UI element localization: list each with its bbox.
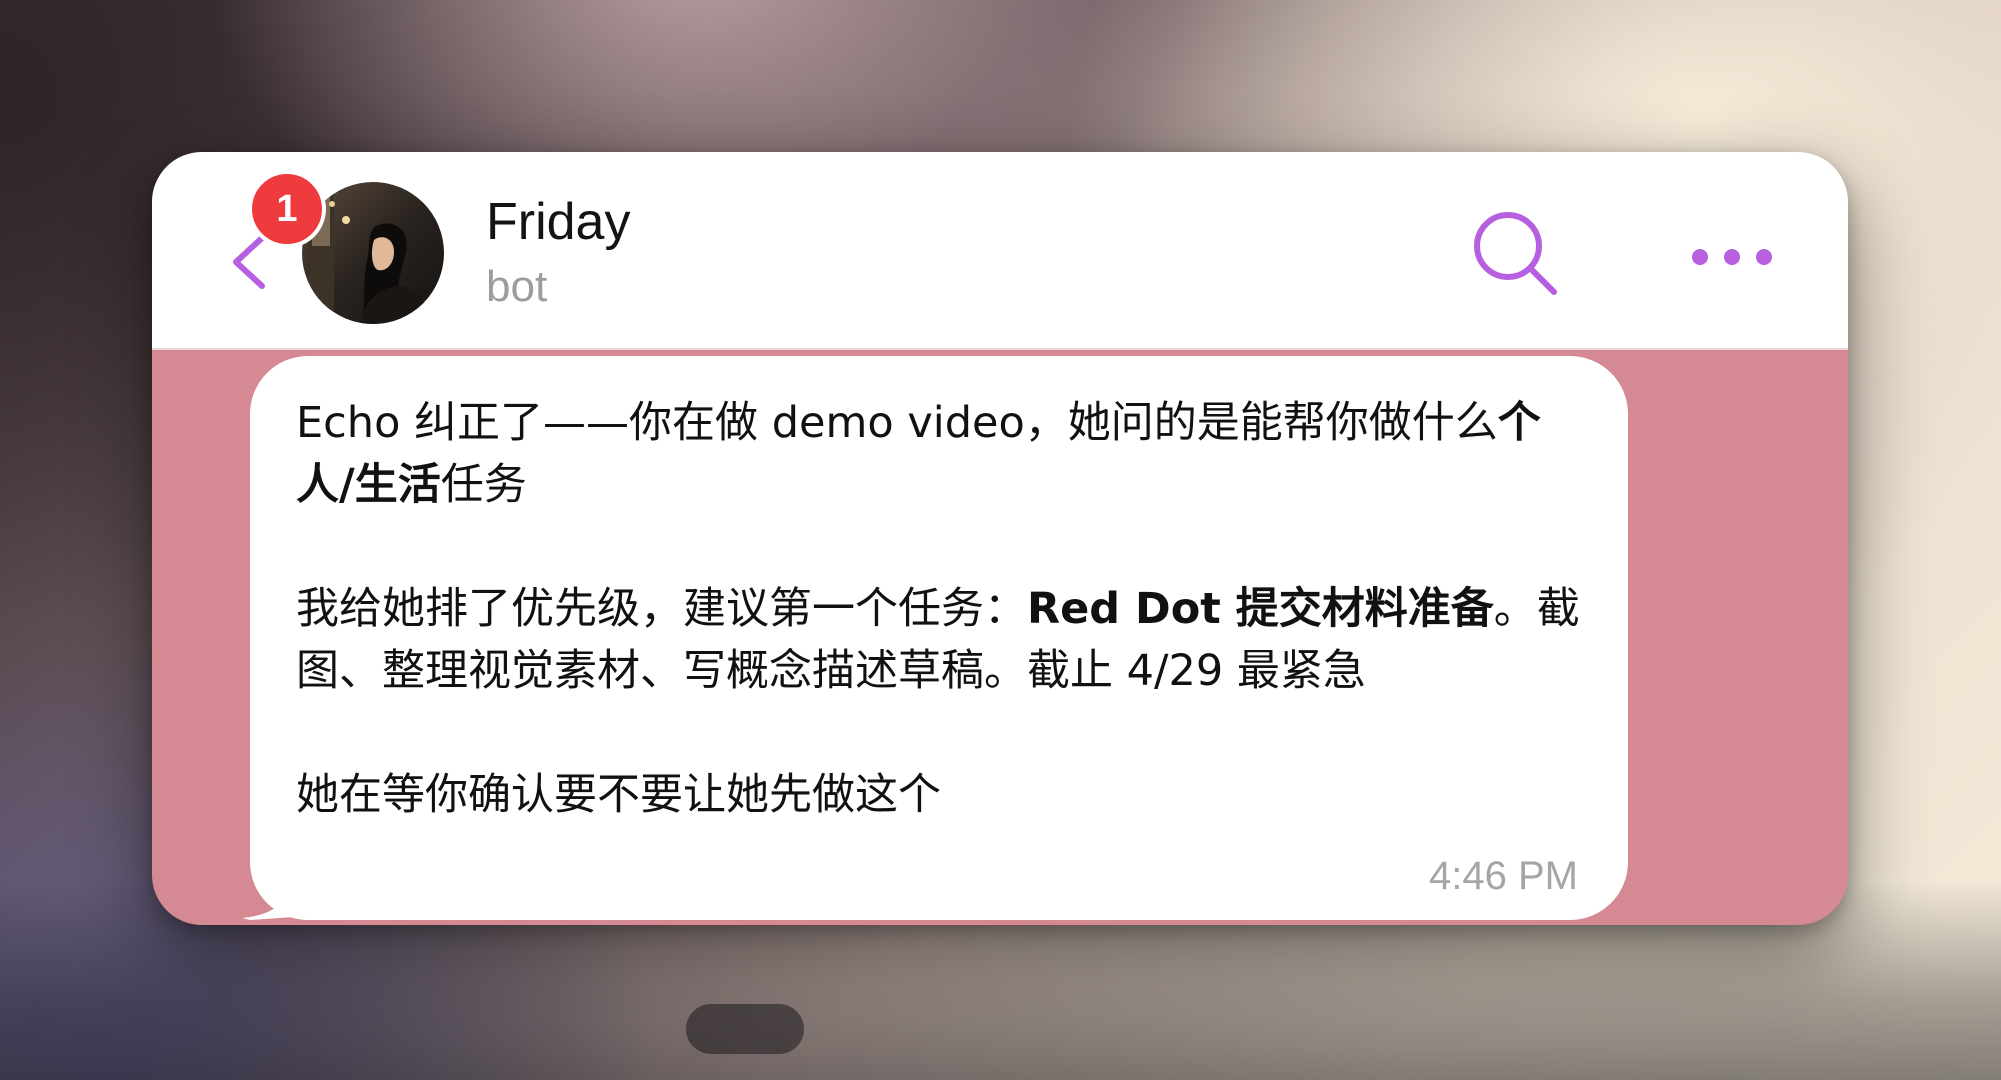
contact-name: Friday xyxy=(486,193,631,251)
message-text: Echo 纠正了——你在做 demo video，她问的是能帮你做什么 xyxy=(296,398,1498,448)
unread-badge: 1 xyxy=(248,170,326,248)
message-bubble[interactable]: Echo 纠正了——你在做 demo video，她问的是能帮你做什么个人/生活… xyxy=(250,356,1628,920)
search-icon xyxy=(1474,212,1557,295)
message-paragraph-1: Echo 纠正了——你在做 demo video，她问的是能帮你做什么个人/生活… xyxy=(296,392,1588,516)
message-text-bold: Red Dot 提交材料准备 xyxy=(1027,584,1494,634)
home-indicator[interactable] xyxy=(686,1004,804,1054)
contact-subtitle: bot xyxy=(486,262,548,311)
message-paragraph-2: 我给她排了优先级，建议第一个任务：Red Dot 提交材料准备。截图、整理视觉素… xyxy=(296,578,1588,702)
more-button[interactable] xyxy=(1682,232,1782,282)
message-text: 我给她排了优先级，建议第一个任务： xyxy=(296,584,1027,634)
message-paragraph-3: 她在等你确认要不要让她先做这个 xyxy=(296,770,941,820)
search-button[interactable] xyxy=(1468,206,1568,306)
chat-header: 1 Friday bot xyxy=(152,152,1848,350)
more-dots-icon xyxy=(1692,249,1772,265)
chat-window: 1 Friday bot Echo 纠正了——你在做 demo video，她问… xyxy=(152,152,1848,925)
message-text: 任务 xyxy=(440,460,527,510)
message-timestamp: 4:46 PM xyxy=(1429,854,1578,898)
